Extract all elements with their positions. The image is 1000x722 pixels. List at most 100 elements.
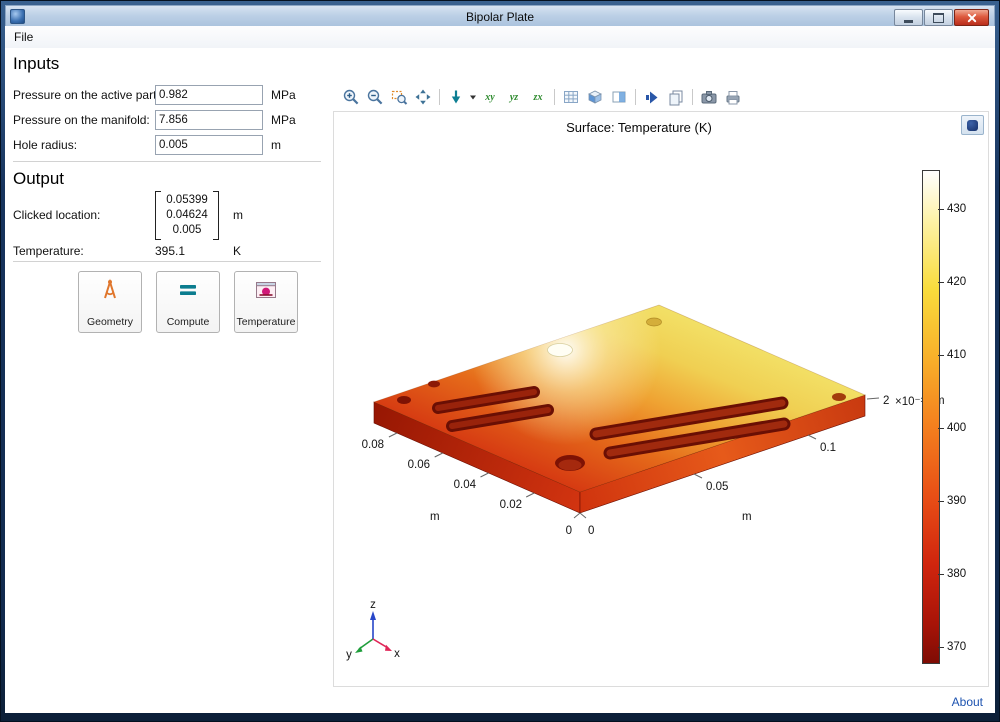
matrix-bracket-right [213, 191, 219, 240]
separator [13, 261, 321, 262]
zoom-box-button[interactable] [387, 86, 411, 108]
minimize-button[interactable] [894, 9, 923, 26]
zoom-extents-icon [414, 88, 432, 106]
colorbar-tick: 430 [947, 203, 966, 215]
scene-light-button[interactable] [583, 86, 607, 108]
transparency-icon [610, 88, 628, 106]
triad-y-label: y [346, 649, 352, 661]
zoom-extents-button[interactable] [411, 86, 435, 108]
maximize-button[interactable] [924, 9, 953, 26]
temperature-colorbar [922, 170, 940, 664]
y-tick-008: 0.08 [362, 439, 384, 451]
menu-file[interactable]: File [5, 27, 42, 47]
copy-graphics-button[interactable] [664, 86, 688, 108]
print-button[interactable] [721, 86, 745, 108]
go-to-default-view-button[interactable] [444, 86, 468, 108]
field-unit-hole-radius: m [271, 138, 281, 152]
geometry-button[interactable]: Geometry [78, 271, 142, 333]
colorbar-tick: 370 [947, 641, 966, 653]
temperature-button-label: Temperature [237, 316, 296, 328]
x-axis-unit: m [742, 511, 752, 523]
grid-icon [562, 88, 580, 106]
inputs-panel: Inputs Pressure on the active part: MPa … [5, 48, 331, 713]
field-label-manifold-pressure: Pressure on the manifold: [13, 113, 150, 127]
view-dropdown-button[interactable] [468, 87, 478, 107]
z-axis-exponent: ×10⁻³ [895, 396, 925, 408]
hole-radius-input[interactable] [155, 135, 263, 155]
zoom-out-icon [366, 88, 384, 106]
y-axis-unit: m [430, 511, 440, 523]
graphics-panel: xy yz zx [331, 48, 995, 713]
inputs-heading: Inputs [13, 54, 59, 74]
y-tick-004: 0.04 [454, 479, 477, 491]
field-unit-manifold-pressure: MPa [271, 113, 296, 127]
toolbar-separator [692, 89, 693, 105]
clicked-x: 0.05399 [165, 193, 209, 208]
go-to-xy-view-button[interactable]: xy [478, 86, 502, 108]
app-content: Inputs Pressure on the active part: MPa … [5, 48, 995, 713]
minimize-icon [904, 20, 913, 23]
plot-canvas[interactable]: Surface: Temperature (K) [333, 111, 989, 687]
go-to-yz-view-button[interactable]: yz [502, 86, 526, 108]
temperature-plot-icon [253, 277, 279, 303]
copy-icon [667, 88, 685, 106]
colorbar-tick: 390 [947, 495, 966, 507]
show-grid-button[interactable] [559, 86, 583, 108]
compute-button[interactable]: Compute [156, 271, 220, 333]
chevron-down-icon [469, 93, 477, 101]
field-label-active-pressure: Pressure on the active part: [13, 88, 160, 102]
active-pressure-input[interactable] [155, 85, 263, 105]
separator [13, 161, 321, 162]
clicked-location-unit: m [233, 208, 243, 222]
x-tick-01: 0.1 [820, 442, 836, 454]
graphics-toolbar: xy yz zx [339, 86, 745, 108]
y-tick-0: 0 [566, 525, 572, 537]
x-tick-005: 0.05 [706, 481, 728, 493]
colorbar-tick: 400 [947, 422, 966, 434]
temperature-plot-button[interactable]: Temperature [234, 271, 298, 333]
colorbar-tick: 410 [947, 349, 966, 361]
select-icon [643, 88, 661, 106]
zoom-out-button[interactable] [363, 86, 387, 108]
go-to-zx-view-button[interactable]: zx [526, 86, 550, 108]
toolbar-separator [635, 89, 636, 105]
clicked-location-matrix: 0.05399 0.04624 0.005 [155, 191, 219, 240]
titlebar[interactable]: Bipolar Plate [5, 5, 995, 28]
snapshot-button[interactable] [697, 86, 721, 108]
field-unit-active-pressure: MPa [271, 88, 296, 102]
y-tick-002: 0.02 [500, 499, 522, 511]
temperature-surface-plot: 0.08 0.06 0.04 0.02 0 m 0 0.05 0.1 m 2 ×… [334, 112, 989, 687]
colorbar-tick: 380 [947, 568, 966, 580]
close-button[interactable] [954, 9, 989, 26]
field-label-hole-radius: Hole radius: [13, 138, 77, 152]
x-tick-0: 0 [588, 525, 594, 537]
printer-icon [724, 88, 742, 106]
yz-view-label: yz [510, 92, 518, 103]
window-frame: Bipolar Plate File Inputs Pressure on th… [0, 0, 1000, 722]
zoom-in-button[interactable] [339, 86, 363, 108]
zx-view-label: zx [534, 92, 543, 103]
window-title: Bipolar Plate [6, 10, 994, 24]
default-view-arrow-icon [447, 88, 465, 106]
y-tick-006: 0.06 [408, 459, 430, 471]
transparency-button[interactable] [607, 86, 631, 108]
geometry-compass-icon [97, 277, 123, 303]
clicked-z: 0.005 [165, 223, 209, 238]
clicked-location-label: Clicked location: [13, 208, 100, 222]
compute-equals-icon [175, 277, 201, 303]
scene-light-icon [586, 88, 604, 106]
compute-button-label: Compute [167, 316, 210, 328]
toolbar-separator [554, 89, 555, 105]
output-heading: Output [13, 169, 64, 189]
coordinate-triad: z y x [346, 599, 400, 661]
plate-3d-surface[interactable] [374, 305, 865, 513]
triad-x-label: x [394, 648, 400, 660]
zoom-in-icon [342, 88, 360, 106]
select-button[interactable] [640, 86, 664, 108]
camera-icon [700, 88, 718, 106]
maximize-icon [933, 13, 944, 23]
manifold-pressure-input[interactable] [155, 110, 263, 130]
triad-z-label: z [370, 599, 376, 611]
temperature-label: Temperature: [13, 244, 84, 258]
about-link[interactable]: About [952, 695, 983, 709]
